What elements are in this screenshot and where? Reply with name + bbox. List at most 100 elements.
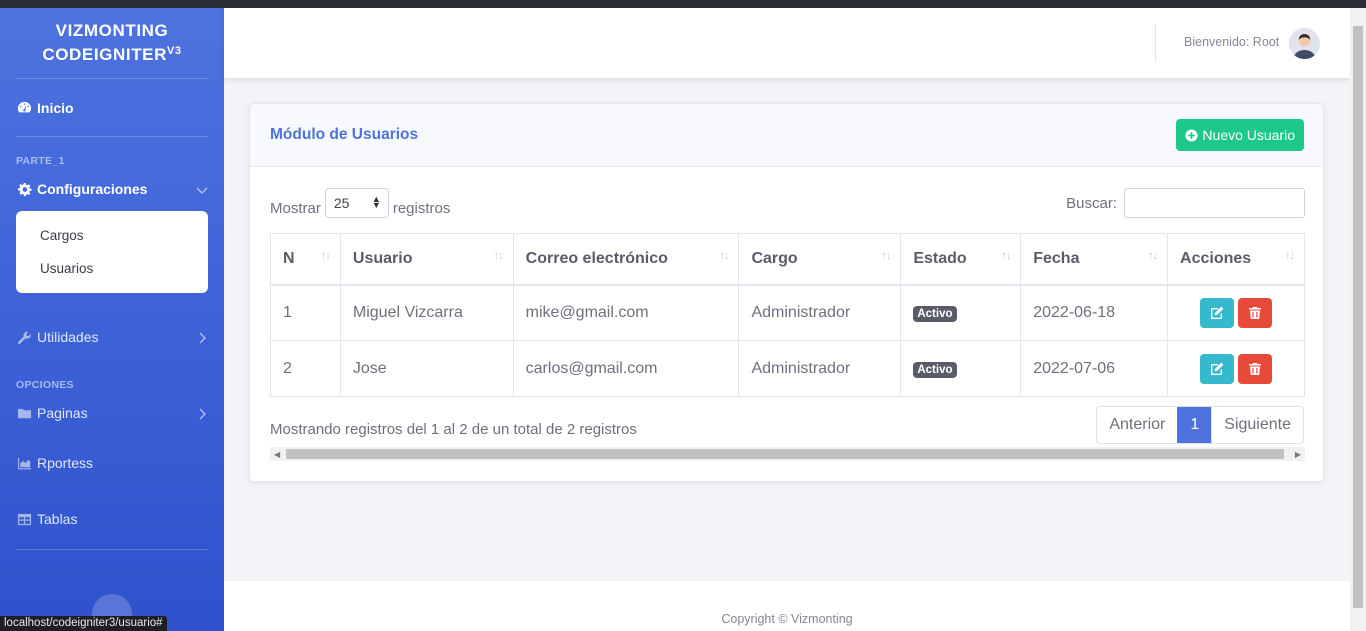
pagination-page-1[interactable]: 1 [1177,407,1213,443]
sort-icon: ↑↓ [881,250,891,262]
sidebar-item-configuraciones[interactable]: Configuraciones [0,167,224,211]
submenu-item-cargos[interactable]: Cargos [16,219,208,252]
column-header-n[interactable]: N ↑↓ [270,233,341,286]
search-control: Buscar: [1066,188,1305,218]
pagination-prev[interactable]: Anterior [1097,407,1177,443]
sort-icon: ↑↓ [1285,250,1295,262]
cell-fecha: 2022-07-06 [1020,340,1169,397]
copyright-text: Copyright © Vizmonting [721,612,853,626]
table-row: 2 Jose carlos@gmail.com Administrador Ac… [270,340,1305,397]
column-header-fecha[interactable]: Fecha ↑↓ [1020,233,1169,286]
column-header-label: Fecha [1033,249,1080,267]
sort-icon: ↑↓ [320,250,331,262]
user-welcome-text[interactable]: Bienvenido: Root [1184,35,1279,49]
cell-n: 2 [270,340,341,397]
sidebar-heading-opciones: OPCIONES [16,379,74,391]
sidebar-divider [16,549,208,550]
cell-fecha: 2022-06-18 [1020,284,1169,341]
submenu-item-usuarios[interactable]: Usuarios [16,252,208,285]
column-header-label: Acciones [1180,249,1252,267]
gear-icon [16,181,32,197]
length-select-wrapper: 25 ▲ ▼ [321,188,393,223]
sidebar-item-tablas[interactable]: Tablas [0,491,224,547]
column-header-correo[interactable]: Correo electrónico ↑↓ [512,233,740,286]
column-header-cargo[interactable]: Cargo ↑↓ [738,233,902,286]
scrollbar-thumb[interactable] [1353,26,1363,608]
chevron-down-icon [196,183,208,195]
folder-icon [16,405,32,421]
column-header-estado[interactable]: Estado ↑↓ [900,233,1022,286]
sidebar: VIZMONTING CODEIGNITERV3 Inicio PARTE_1 … [0,8,224,631]
column-header-acciones[interactable]: Acciones ↑↓ [1167,233,1305,286]
column-header-label: Usuario [352,249,413,267]
length-control: Mostrar 25 ▲ ▼ registros [270,188,451,223]
edit-button[interactable] [1200,297,1234,328]
sidebar-item-inicio[interactable]: Inicio [0,79,224,136]
chevron-right-icon [196,331,208,344]
sort-icon: ↑↓ [1001,250,1011,262]
topbar: Bienvenido: Root [224,8,1350,78]
sidebar-item-label: Inicio [37,99,74,116]
status-badge: Activo [913,305,957,322]
card-header: Módulo de Usuarios Nuevo Usuario [250,104,1323,167]
cell-estado: Activo [900,284,1022,341]
brand-line2: CODEIGNITER [42,45,167,64]
browser-status-url: localhost/codeigniter3/usuario# [0,616,167,631]
sidebar-item-utilidades[interactable]: Utilidades [0,315,224,359]
new-user-button[interactable]: Nuevo Usuario [1176,119,1304,151]
footer: Copyright © Vizmonting [224,581,1350,631]
cell-acciones [1167,340,1305,397]
cell-n: 1 [270,284,341,341]
sort-icon: ↑↓ [1148,250,1158,262]
sort-icon: ↑↓ [719,250,729,262]
scrollbar-thumb[interactable] [286,449,1284,459]
sidebar-item-paginas[interactable]: Paginas [0,391,224,435]
edit-button[interactable] [1200,353,1234,384]
window-top-strip [0,0,1366,8]
delete-button[interactable] [1238,297,1272,328]
scroll-right-icon[interactable]: ▶ [1295,450,1301,459]
search-input[interactable] [1124,188,1305,218]
trash-icon [1249,306,1261,319]
sidebar-heading-parte1: PARTE_1 [16,155,65,167]
sidebar-item-label: Tablas [37,511,78,527]
cell-cargo: Administrador [738,340,902,397]
sidebar-item-label: Rportess [37,455,94,471]
column-header-label: N [283,249,295,267]
table-horizontal-scrollbar[interactable]: ◀ ▶ [270,447,1305,461]
column-header-usuario[interactable]: Usuario ↑↓ [339,233,514,286]
dashboard-icon [16,100,32,116]
users-table: N ↑↓ Usuario ↑↓ Correo electrónico ↑↓ Cargo… [270,233,1305,397]
edit-icon [1211,362,1224,375]
cell-estado: Activo [900,340,1022,397]
brand-version: V3 [167,45,182,57]
column-header-label: Correo electrónico [525,249,668,267]
trash-icon [1249,362,1261,375]
cell-acciones [1167,284,1305,341]
sidebar-item-label: Configuraciones [37,181,148,197]
brand-logo[interactable]: VIZMONTING CODEIGNITERV3 [0,8,224,78]
page-scrollbar[interactable] [1350,8,1366,631]
column-header-label: Estado [913,249,967,267]
pagination: Anterior 1 Siguiente [1096,406,1304,444]
sidebar-item-label: Utilidades [37,329,99,345]
sidebar-item-reportes[interactable]: Rportess [0,435,224,491]
pagination-next[interactable]: Siguiente [1212,407,1303,443]
usuarios-card: Módulo de Usuarios Nuevo Usuario Mostrar… [249,103,1324,482]
cell-usuario: Miguel Vizcarra [339,284,514,341]
edit-icon [1211,306,1224,319]
delete-button[interactable] [1238,353,1272,384]
wrench-icon [16,329,32,345]
chevron-right-icon [196,407,208,420]
avatar[interactable] [1289,28,1320,59]
cell-correo: mike@gmail.com [512,284,740,341]
topbar-divider [1155,24,1156,62]
status-badge: Activo [913,361,957,378]
table-icon [16,511,32,527]
table-header-row: N ↑↓ Usuario ↑↓ Correo electrónico ↑↓ Cargo… [270,233,1305,286]
scroll-left-icon[interactable]: ◀ [274,450,280,459]
records-label: registros [392,199,451,217]
page-length-select[interactable]: 25 [324,188,389,218]
search-label: Buscar: [1066,194,1117,212]
show-label: Mostrar [270,199,321,217]
